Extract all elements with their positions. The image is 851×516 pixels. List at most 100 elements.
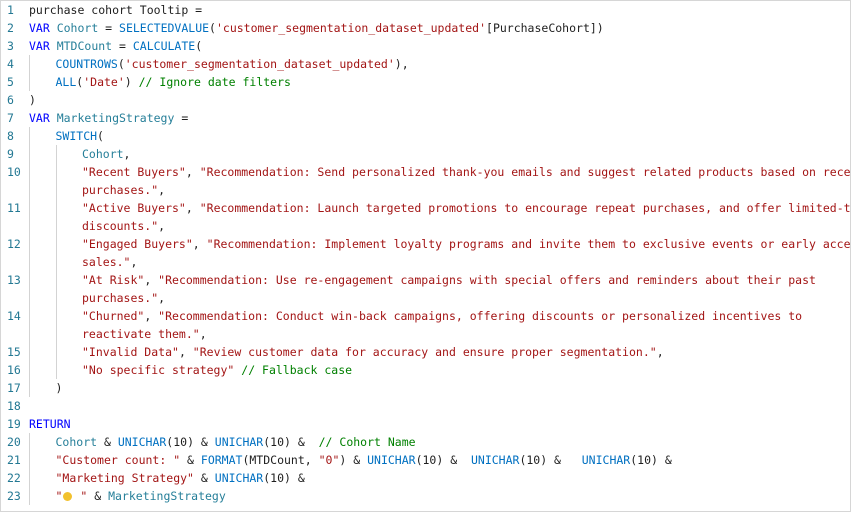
code-line[interactable]: purchases.", [1, 289, 850, 307]
code-line[interactable]: 21 "Customer count: " & FORMAT(MTDCount, … [1, 451, 850, 469]
string-token: reactivate them." [82, 327, 200, 341]
indent-guide [29, 487, 30, 505]
code-text: VAR Cohort = SELECTEDVALUE('customer_seg… [29, 19, 847, 37]
code-line[interactable]: 3 VAR MTDCount = CALCULATE( [1, 37, 850, 55]
variable-token: Cohort [55, 435, 98, 449]
code-text: "Active Buyers", "Recommendation: Launch… [29, 199, 851, 217]
operator-token: ) & [339, 453, 368, 467]
function-token: COUNTROWS [55, 57, 118, 71]
code-text: VAR MarketingStrategy = [29, 109, 847, 127]
string-token: "Recommendation: Implement loyalty progr… [206, 237, 851, 251]
code-line[interactable]: 17) [1, 379, 850, 397]
indent-guide [55, 361, 57, 379]
code-line[interactable]: 19 RETURN [1, 415, 850, 433]
string-token: " [73, 489, 88, 503]
operator-token: (10) & [519, 453, 582, 467]
code-line[interactable]: 16 "No specific strategy" // Fallback cas… [1, 361, 850, 379]
code-text: "Churned", "Recommendation: Conduct win-… [29, 307, 850, 325]
string-token: purchases." [82, 291, 159, 305]
indent-guide [55, 235, 57, 253]
text-token: purchase cohort Tooltip = [29, 3, 203, 17]
operator-token: & [87, 489, 109, 503]
line-number: 14 [7, 309, 21, 323]
line-number: 10 [7, 165, 21, 179]
code-text: discounts.", [29, 217, 850, 235]
operator-token: , [199, 327, 207, 341]
dax-code-editor[interactable]: 1 purchase cohort Tooltip = 2 VAR Cohort = … [0, 0, 851, 512]
indent-guide [55, 199, 57, 217]
indent-guide [55, 271, 57, 289]
operator-token: [PurchaseCohort]) [486, 21, 604, 35]
operator-token: , [185, 201, 200, 215]
code-text: SWITCH( [29, 127, 850, 145]
code-line[interactable]: 10 "Recent Buyers", "Recommendation: Send… [1, 163, 850, 181]
code-line[interactable]: 14 "Churned", "Recommendation: Conduct wi… [1, 307, 850, 325]
indent-guide [29, 163, 30, 181]
code-line[interactable]: 1 purchase cohort Tooltip = [1, 1, 850, 19]
code-line[interactable]: 6) [1, 91, 850, 109]
string-token: sales." [82, 255, 131, 269]
string-token: discounts." [82, 219, 159, 233]
code-line[interactable]: 2 VAR Cohort = SELECTEDVALUE('customer_se… [1, 19, 850, 37]
line-number: 6 [7, 93, 14, 107]
indent-guide [29, 127, 30, 145]
string-token: "Recommendation: Conduct win-back campai… [158, 309, 803, 323]
line-number: 7 [7, 111, 14, 125]
function-token: UNICHAR [214, 471, 264, 485]
code-text: ) [29, 91, 847, 109]
function-token: UNICHAR [117, 435, 167, 449]
code-line[interactable]: purchases.", [1, 181, 850, 199]
code-line[interactable]: 8 SWITCH( [1, 127, 850, 145]
code-line[interactable]: sales.", [1, 253, 850, 271]
code-line[interactable]: 11 "Active Buyers", "Recommendation: Laun… [1, 199, 850, 217]
line-number: 3 [7, 39, 14, 53]
string-token: "Churned" [82, 309, 145, 323]
operator-token: & [193, 471, 215, 485]
operator-token: (10) & [415, 453, 471, 467]
line-number [1, 181, 29, 199]
code-line[interactable]: 7 VAR MarketingStrategy = [1, 109, 850, 127]
indent-guide [55, 163, 57, 181]
comment-token: // Fallback case [241, 363, 353, 377]
operator-token: = [112, 39, 133, 53]
code-text: Cohort, [29, 145, 850, 163]
code-line[interactable]: reactivate them.", [1, 325, 850, 343]
code-line[interactable]: 12 "Engaged Buyers", "Recommendation: Imp… [1, 235, 850, 253]
line-number: 9 [7, 147, 14, 161]
string-token: "Customer count: " [55, 453, 181, 467]
code-text: "Recent Buyers", "Recommendation: Send p… [29, 163, 850, 181]
string-token: " [55, 489, 63, 503]
string-token: "Recent Buyers" [82, 165, 186, 179]
code-line[interactable]: 20 Cohort & UNICHAR(10) & UNICHAR(10) & /… [1, 433, 850, 451]
code-line[interactable]: 22 "Marketing Strategy" & UNICHAR(10) & [1, 469, 850, 487]
code-line[interactable]: 15 "Invalid Data", "Review customer data … [1, 343, 850, 361]
operator-token: = [98, 21, 120, 35]
code-text: "Invalid Data", "Review customer data fo… [29, 343, 850, 361]
code-line[interactable]: 9 Cohort, [1, 145, 850, 163]
line-number: 13 [7, 273, 21, 287]
code-line[interactable]: 13 "At Risk", "Recommendation: Use re-eng… [1, 271, 850, 289]
indent-guide [29, 307, 30, 325]
string-token: "At Risk" [82, 273, 145, 287]
line-number: 22 [7, 471, 21, 485]
code-line[interactable]: 23 " " & MarketingStrategy [1, 487, 850, 505]
variable-token: MTDCount [56, 39, 113, 53]
operator-token: ( [97, 129, 104, 143]
code-line[interactable]: 4 COUNTROWS('customer_segmentation_datase… [1, 55, 850, 73]
operator-token: , [130, 255, 138, 269]
indent-guide [29, 145, 30, 163]
code-text: " " & MarketingStrategy [29, 487, 850, 505]
code-text: "Customer count: " & FORMAT(MTDCount, "0… [29, 451, 850, 469]
indent-guide [29, 433, 30, 451]
code-line[interactable]: 5 ALL('Date') // Ignore date filters [1, 73, 850, 91]
keyword-token: VAR [29, 111, 57, 125]
operator-token: (10) & [263, 435, 319, 449]
code-text: "Marketing Strategy" & UNICHAR(10) & [29, 469, 850, 487]
code-text: "Engaged Buyers", "Recommendation: Imple… [29, 235, 851, 253]
string-token: "Recommendation: Launch targeted promoti… [199, 201, 851, 215]
code-line[interactable]: discounts.", [1, 217, 850, 235]
code-line[interactable]: 18 [1, 397, 850, 415]
line-number: 1 [7, 3, 14, 17]
operator-token: ( [209, 21, 216, 35]
indent-guide [55, 289, 57, 307]
